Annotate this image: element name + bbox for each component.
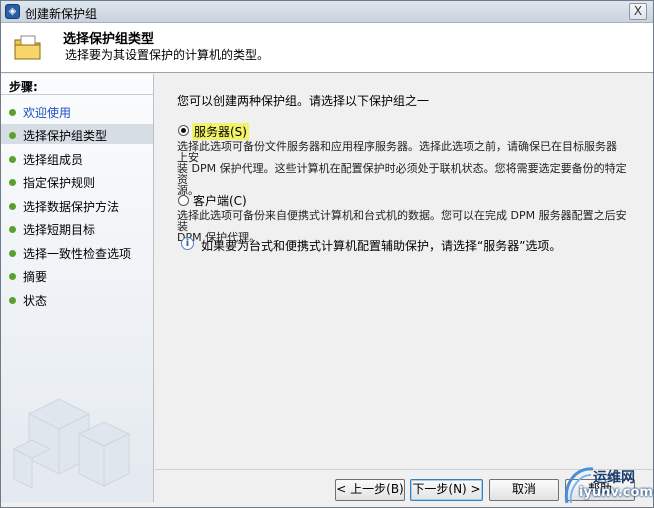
server-option-label[interactable]: 服务器(S) <box>192 123 249 140</box>
info-icon: i <box>181 237 194 250</box>
step-summary: 摘要 <box>1 265 153 285</box>
steps-sidebar: 步骤: 欢迎使用 选择保护组类型 选择组成员 指定保护规则 选择数据保护方法 选… <box>1 74 154 502</box>
step-status: 状态 <box>1 289 153 309</box>
step-label: 状态 <box>23 294 48 308</box>
server-option-description: 选择此选项可备份文件服务器和应用程序服务器。选择此选项之前，请确保已在目标服务器… <box>177 141 627 196</box>
watermark-text: 运维网 <box>593 470 635 486</box>
step-label: 选择短期目标 <box>23 223 96 237</box>
step-bullet-icon <box>9 203 16 210</box>
main-content: 您可以创建两种保护组。请选择以下保护组之一 服务器(S) 选择此选项可备份文件服… <box>155 74 653 469</box>
step-label: 欢迎使用 <box>23 106 72 120</box>
client-radio[interactable] <box>178 195 189 206</box>
step-bullet-icon <box>9 109 16 116</box>
wizard-window: ◈ 创建新保护组 X 选择保护组类型 选择要为其设置保护的计算机的类型。 步骤:… <box>0 0 654 508</box>
intro-text: 您可以创建两种保护组。请选择以下保护组之一 <box>177 94 430 108</box>
cancel-button[interactable]: 取消 <box>489 479 559 501</box>
step-label: 选择数据保护方法 <box>23 200 120 214</box>
server-radio[interactable] <box>178 125 189 136</box>
client-option-label[interactable]: 客户端(C) <box>193 192 247 209</box>
dpm-app-icon: ◈ <box>5 4 20 19</box>
description-line: 选择此选项可备份文件服务器和应用程序服务器。选择此选项之前，请确保已在目标服务器… <box>177 140 617 164</box>
next-button[interactable]: 下一步(N) > <box>410 479 483 501</box>
step-bullet-icon <box>9 132 16 139</box>
title-bar: ◈ 创建新保护组 X <box>1 1 653 23</box>
step-label: 指定保护规则 <box>23 176 96 190</box>
step-bullet-icon <box>9 226 16 233</box>
description-line: 选择此选项可备份来自便携式计算机和台式机的数据。您可以在完成 DPM 服务器配置… <box>177 209 627 233</box>
window-title: 创建新保护组 <box>25 7 98 21</box>
info-text: 如果要为台式和便携式计算机配置辅助保护，请选择“服务器”选项。 <box>201 239 562 253</box>
step-bullet-icon <box>9 156 16 163</box>
step-protection-rules: 指定保护规则 <box>1 171 153 191</box>
step-data-protection-method: 选择数据保护方法 <box>1 195 153 215</box>
step-welcome[interactable]: 欢迎使用 <box>1 101 153 121</box>
step-short-term-goals: 选择短期目标 <box>1 218 153 238</box>
step-bullet-icon <box>9 273 16 280</box>
step-bullet-icon <box>9 297 16 304</box>
watermark-url: iyunv.com <box>579 485 653 500</box>
step-select-group-type[interactable]: 选择保护组类型 <box>1 124 153 144</box>
step-label: 选择保护组类型 <box>23 129 108 143</box>
close-button[interactable]: X <box>629 3 647 20</box>
step-label: 选择一致性检查选项 <box>23 247 132 261</box>
folder-icon <box>14 35 41 60</box>
step-bullet-icon <box>9 250 16 257</box>
back-button[interactable]: < 上一步(B) <box>335 479 405 501</box>
description-line: 装 DPM 保护代理。这些计算机在配置保护时必须处于联机状态。您将需要选定要备份… <box>177 162 627 186</box>
step-select-members: 选择组成员 <box>1 148 153 168</box>
wizard-header: 选择保护组类型 选择要为其设置保护的计算机的类型。 <box>1 23 653 73</box>
step-consistency-check: 选择一致性检查选项 <box>1 242 153 262</box>
server-illustration-icon <box>12 398 131 489</box>
page-subtitle: 选择要为其设置保护的计算机的类型。 <box>65 48 270 62</box>
steps-heading: 步骤: <box>1 74 153 95</box>
step-label: 摘要 <box>23 270 48 284</box>
page-title: 选择保护组类型 <box>63 32 155 47</box>
step-bullet-icon <box>9 179 16 186</box>
step-label: 选择组成员 <box>23 153 84 167</box>
